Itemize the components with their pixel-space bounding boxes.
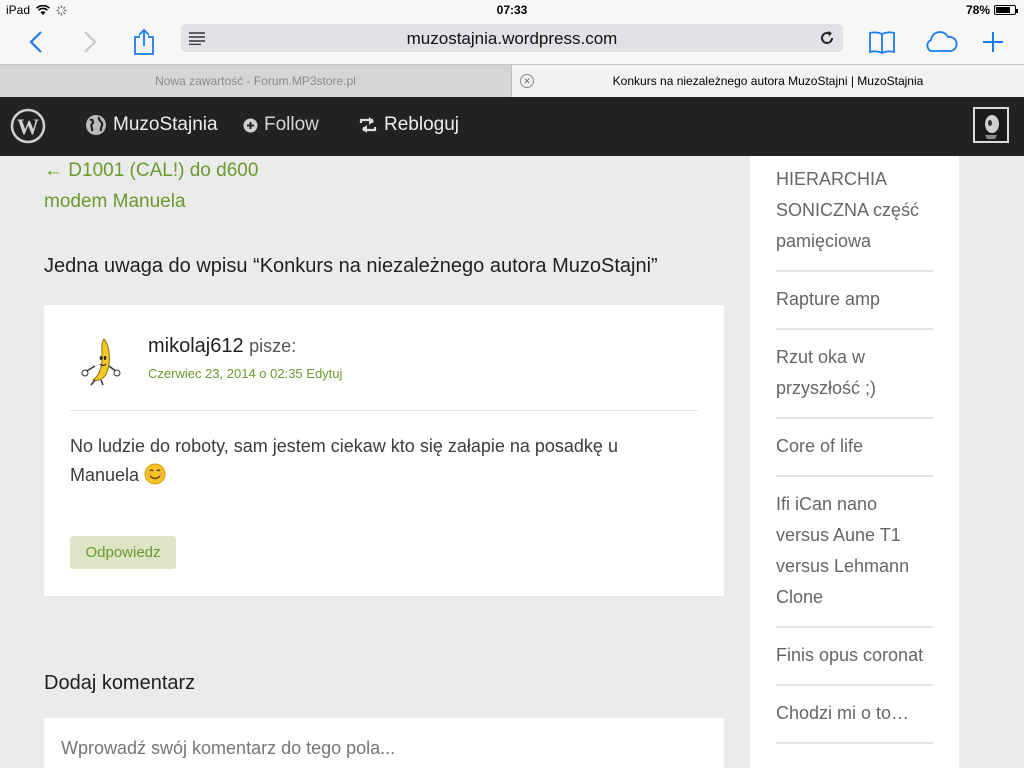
- sidebar-post-link[interactable]: Rapture amp: [776, 272, 933, 330]
- comment-date[interactable]: Czerwiec 23, 2014 o 02:35: [148, 366, 303, 381]
- status-bar: iPad 07:33 78%: [0, 0, 1024, 20]
- site-label: MuzoStajnia: [113, 114, 218, 135]
- plus-circle-icon: [243, 118, 258, 132]
- banana-avatar: [81, 338, 121, 386]
- tab-forum[interactable]: Nowa zawartość - Forum.MP3store.pl: [0, 65, 512, 97]
- arrow-left-icon: ←: [44, 160, 63, 181]
- svg-text:W: W: [17, 114, 39, 139]
- icloud-tabs-icon: [926, 31, 958, 52]
- reload-icon[interactable]: [817, 28, 837, 48]
- comment-edit-link[interactable]: Edytuj: [306, 366, 342, 381]
- sidebar-post-link[interactable]: Chodzi mi o to…: [776, 686, 933, 744]
- previous-post-title-line2: modem Manuela: [44, 191, 186, 212]
- icloud-tabs-button[interactable]: [922, 26, 960, 58]
- bookmarks-button[interactable]: [866, 26, 898, 58]
- comment-meta: Czerwiec 23, 2014 o 02:35 Edytuj: [148, 366, 342, 381]
- comment-input[interactable]: [44, 718, 724, 768]
- back-button[interactable]: [20, 26, 52, 58]
- recent-posts-list: HIERARCHIA SONICZNA część pamięciowa Rap…: [776, 156, 933, 744]
- clock: 07:33: [496, 3, 528, 17]
- tab-bar: Nowa zawartość - Forum.MP3store.pl ✕ Kon…: [0, 64, 1024, 97]
- comment-author: mikolaj612 pisze:: [148, 335, 296, 358]
- address-bar[interactable]: muzostajnia.wordpress.com: [181, 24, 843, 52]
- add-comment-title: Dodaj komentarz: [44, 672, 196, 694]
- tab-konkurs[interactable]: ✕ Konkurs na niezależnego autora MuzoSta…: [512, 65, 1024, 97]
- comment: mikolaj612 pisze: Czerwiec 23, 2014 o 02…: [44, 305, 724, 596]
- tab-close-icon[interactable]: ✕: [520, 74, 534, 88]
- comment-says: pisze:: [249, 336, 297, 356]
- comments-title: Jedna uwaga do wpisu “Konkurs na niezale…: [44, 255, 658, 277]
- battery-percent: 78%: [965, 3, 990, 17]
- wordpress-logo-icon[interactable]: W: [10, 108, 46, 144]
- sidebar-post-link[interactable]: Core of life: [776, 419, 933, 477]
- share-button[interactable]: [128, 26, 160, 58]
- back-icon: [29, 31, 42, 53]
- comment-author-name[interactable]: mikolaj612: [148, 335, 244, 357]
- battery-icon: [994, 5, 1018, 15]
- smiley-icon: [144, 463, 166, 485]
- previous-post-title-line1: D1001 (CAL!) do d600: [68, 160, 259, 181]
- forward-button[interactable]: [74, 26, 106, 58]
- reblog-label: Rebloguj: [384, 114, 459, 135]
- share-icon: [134, 28, 154, 55]
- avatar-image: [975, 109, 1007, 141]
- bookmarks-icon: [869, 31, 895, 54]
- sidebar-post-link[interactable]: Finis opus coronat: [776, 628, 933, 686]
- user-avatar[interactable]: [973, 107, 1009, 143]
- forward-icon: [84, 31, 97, 53]
- comment-text: No ludzie do roboty, sam jestem ciekaw k…: [70, 432, 670, 490]
- tab-label: Konkurs na niezależnego autora MuzoStajn…: [612, 74, 924, 88]
- page-content: ← D1001 (CAL!) do d600 modem Manuela Jed…: [0, 156, 1024, 768]
- follow-label: Follow: [264, 114, 319, 135]
- wordpress-admin-bar: W MuzoStajnia Follow Rebloguj: [0, 97, 1024, 156]
- comment-divider: [70, 410, 698, 411]
- reblog-button[interactable]: Rebloguj: [358, 114, 459, 136]
- new-tab-button[interactable]: [977, 26, 1009, 58]
- browser-toolbar: muzostajnia.wordpress.com: [0, 20, 1024, 64]
- reply-button[interactable]: Odpowiedz: [70, 536, 176, 569]
- sidebar-post-link[interactable]: Rzut oka w przyszłość ;): [776, 330, 933, 419]
- new-tab-icon: [983, 32, 1003, 52]
- sidebar-post-link[interactable]: HIERARCHIA SONICZNA część pamięciowa: [776, 156, 933, 272]
- follow-button[interactable]: Follow: [243, 114, 319, 136]
- sidebar: HIERARCHIA SONICZNA część pamięciowa Rap…: [750, 156, 959, 768]
- tab-label: Nowa zawartość - Forum.MP3store.pl: [155, 74, 356, 88]
- reblog-icon: [359, 117, 377, 133]
- globe-icon: [86, 115, 106, 135]
- sidebar-post-link[interactable]: Ifi iCan nano versus Aune T1 versus Lehm…: [776, 477, 933, 628]
- previous-post-link[interactable]: ← D1001 (CAL!) do d600 modem Manuela: [44, 156, 364, 217]
- battery-fill: [996, 7, 1011, 13]
- site-link[interactable]: MuzoStajnia: [85, 114, 218, 136]
- url-text: muzostajnia.wordpress.com: [406, 29, 618, 48]
